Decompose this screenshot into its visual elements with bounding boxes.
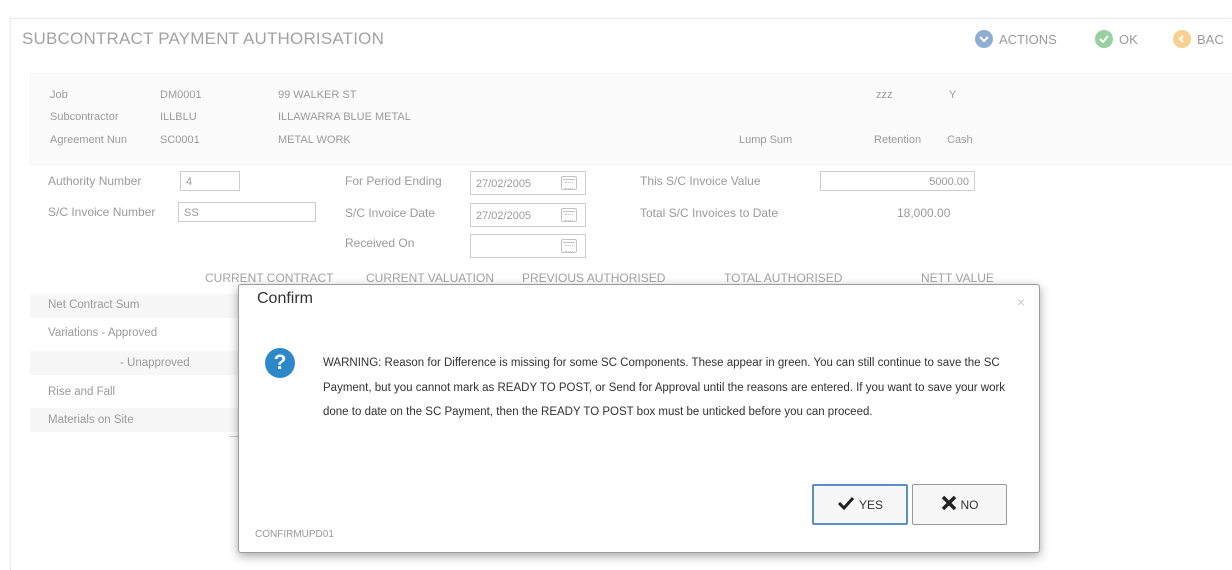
check-icon: [837, 496, 855, 513]
yes-label: YES: [858, 497, 883, 512]
no-button[interactable]: NO: [912, 484, 1007, 525]
confirm-dialog: Confirm × ? WARNING: Reason for Differen…: [238, 284, 1040, 553]
yes-button[interactable]: YES: [812, 484, 908, 525]
dialog-title: Confirm: [257, 290, 314, 307]
dialog-message: WARNING: Reason for Difference is missin…: [323, 357, 1006, 418]
no-label: NO: [960, 497, 979, 512]
question-icon: ?: [265, 348, 295, 378]
close-icon[interactable]: ×: [1017, 294, 1025, 310]
x-icon: [941, 495, 957, 514]
dialog-code: CONFIRMUPD01: [255, 529, 334, 540]
